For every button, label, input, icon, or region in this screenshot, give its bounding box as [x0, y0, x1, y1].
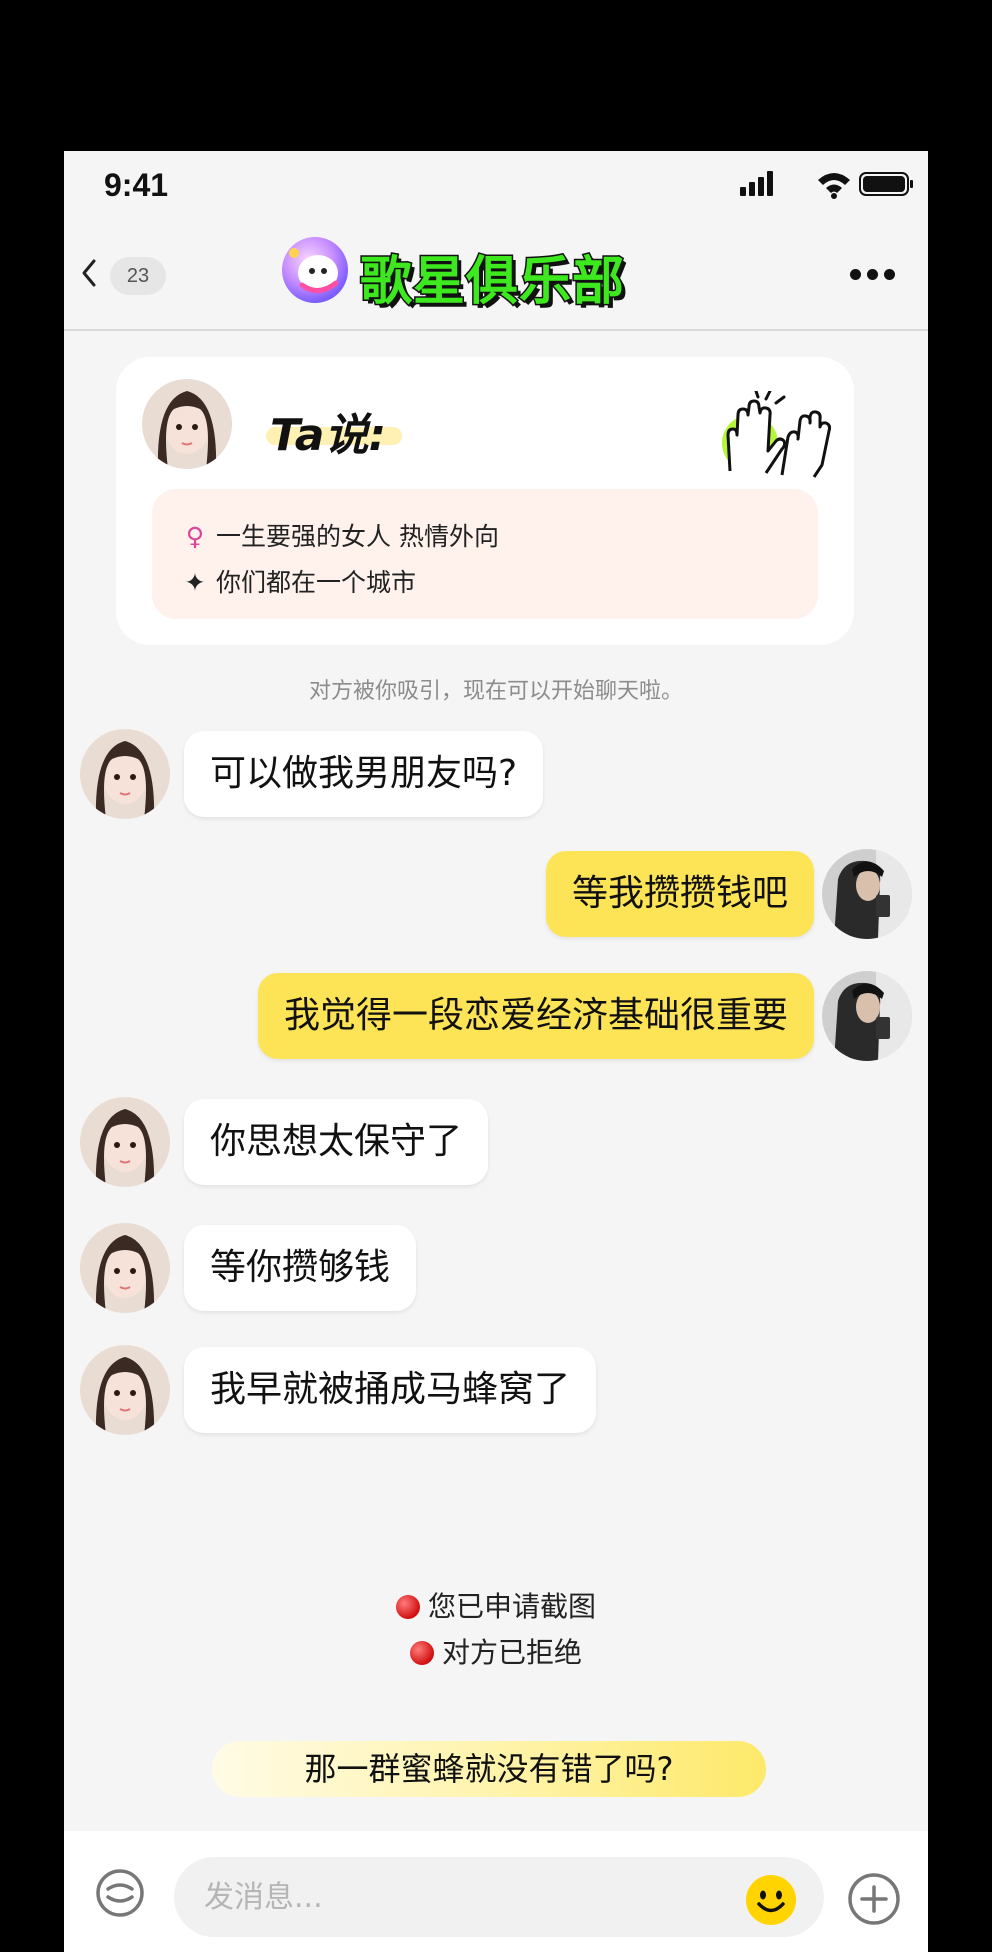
outgoing-avatar[interactable]	[822, 849, 912, 939]
high-five-icon	[710, 389, 834, 481]
profile-tags: ♀ 一生要强的女人 热情外向 ✦ 你们都在一个城市	[152, 489, 818, 619]
emoji-icon[interactable]	[744, 1873, 798, 1927]
more-options-button[interactable]	[850, 265, 906, 281]
incoming-avatar[interactable]	[80, 729, 170, 819]
tag-personality: ♀ 一生要强的女人 热情外向	[182, 517, 499, 553]
message-row: 我觉得一段恋爱经济基础很重要	[64, 971, 928, 1067]
chat-header: 23 歌星俱乐部	[64, 221, 928, 331]
tag-text: 你们都在一个城市	[216, 568, 417, 597]
signal-icon	[740, 171, 773, 196]
female-icon: ♀	[185, 522, 205, 551]
system-note: 对方被你吸引，现在可以开始聊天啦。	[308, 679, 683, 704]
outgoing-message[interactable]: 等我攒攒钱吧	[545, 851, 814, 937]
tag-location: ✦ 你们都在一个城市	[182, 563, 417, 599]
notice-text: 对方已拒绝	[441, 1636, 582, 1669]
match-avatar[interactable]	[142, 379, 232, 469]
input-bar	[64, 1831, 928, 1952]
message-row: 我早就被捅成马蜂窝了	[64, 1345, 928, 1441]
screenshot-refused-notice: 对方已拒绝	[64, 1631, 928, 1671]
status-bar: 9:41	[64, 151, 928, 221]
back-button[interactable]	[76, 255, 100, 291]
incoming-message[interactable]: 等你攒够钱	[184, 1225, 417, 1311]
unread-count-badge[interactable]: 23	[110, 257, 166, 295]
battery-icon	[859, 172, 913, 196]
suggested-reply[interactable]: 那一群蜜蜂就没有错了吗?	[212, 1741, 766, 1797]
outgoing-avatar[interactable]	[822, 971, 912, 1061]
incoming-avatar[interactable]	[80, 1223, 170, 1313]
incoming-avatar[interactable]	[80, 1345, 170, 1435]
more-dot-icon	[867, 269, 878, 280]
more-dot-icon	[884, 269, 895, 280]
club-title: 歌星俱乐部	[358, 251, 626, 314]
profile-card[interactable]: Ta说: ♀ 一生要强的女人 热情外向 ✦ 你们都在一个城市	[116, 357, 854, 645]
status-time: 9:41	[104, 167, 169, 203]
incoming-message[interactable]: 可以做我男朋友吗?	[184, 731, 544, 817]
sparkle-icon: ✦	[184, 568, 206, 597]
chevron-left-icon	[82, 259, 96, 287]
incoming-message[interactable]: 我早就被捅成马蜂窝了	[184, 1347, 597, 1433]
club-mascot-icon	[280, 235, 350, 305]
message-input[interactable]	[174, 1857, 824, 1937]
message-row: 等我攒攒钱吧	[64, 849, 928, 945]
add-attachment-icon[interactable]	[846, 1871, 902, 1927]
status-icons	[734, 169, 914, 199]
message-row: 可以做我男朋友吗?	[64, 729, 928, 825]
message-row: 你思想太保守了	[64, 1097, 928, 1193]
card-heading: Ta说:	[270, 410, 387, 461]
phone-screen: 9:41 23 歌星俱乐部 Ta说: ♀ 一生要强的女人 热情外向 ✦ 你们都在…	[64, 151, 928, 1952]
incoming-message[interactable]: 你思想太保守了	[184, 1099, 489, 1185]
incoming-avatar[interactable]	[80, 1097, 170, 1187]
notice-text: 您已申请截图	[427, 1590, 596, 1623]
outgoing-message[interactable]: 我觉得一段恋爱经济基础很重要	[257, 973, 814, 1059]
red-dot-icon	[409, 1641, 434, 1665]
more-dot-icon	[850, 269, 861, 280]
screenshot-request-notice: 您已申请截图	[64, 1585, 928, 1625]
tag-text: 一生要强的女人 热情外向	[216, 522, 499, 551]
message-row: 等你攒够钱	[64, 1223, 928, 1319]
wifi-icon	[818, 173, 850, 199]
voice-toggle-icon[interactable]	[94, 1867, 146, 1919]
red-dot-icon	[395, 1595, 420, 1619]
